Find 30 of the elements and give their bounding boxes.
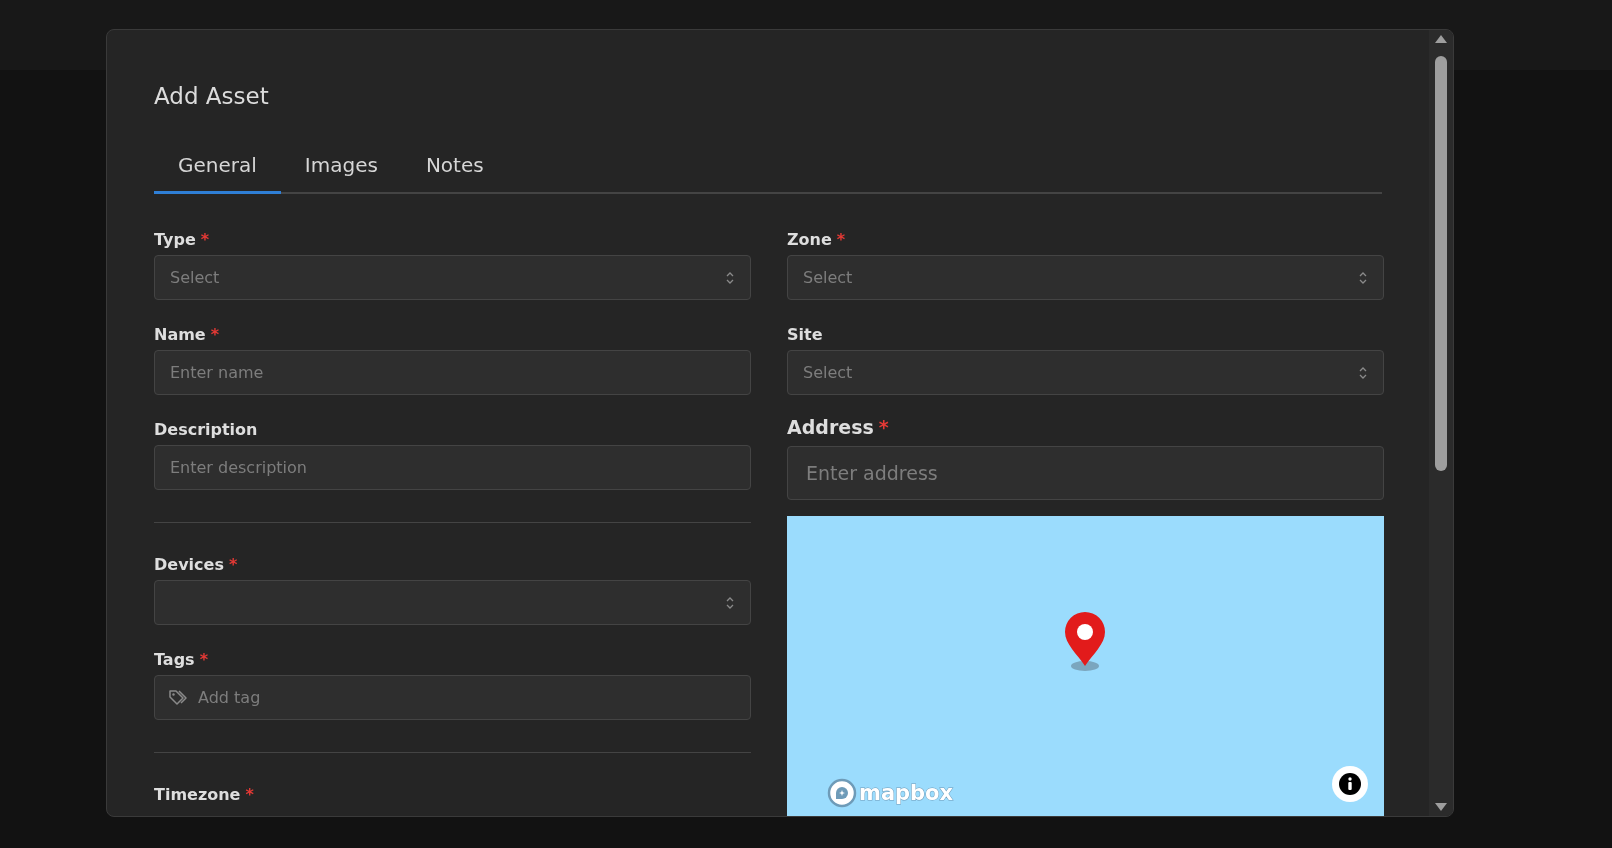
logo-icon: [827, 778, 857, 808]
tab[interactable]: General: [154, 153, 281, 194]
chevron-icon: [725, 595, 735, 610]
field-label: Timezone *: [154, 785, 254, 804]
field-label: Tags *: [154, 650, 208, 669]
field-label: Type *: [154, 230, 210, 249]
tab[interactable]: Notes: [401, 153, 508, 194]
field-label: Devices *: [154, 555, 238, 574]
input-field[interactable]: Enter name: [154, 350, 751, 395]
tag-icon: [168, 688, 188, 706]
info-icon: [1338, 772, 1362, 796]
tab[interactable]: Images: [280, 153, 402, 194]
tag-field[interactable]: Add tag: [154, 675, 751, 720]
scroll-down-icon[interactable]: [1434, 802, 1448, 812]
input-field[interactable]: Enter address: [787, 446, 1384, 500]
field-label: Name *: [154, 325, 220, 344]
field-label: Site: [787, 325, 823, 344]
scroll-up-icon[interactable]: [1434, 34, 1448, 44]
scrollbar[interactable]: [1429, 30, 1453, 816]
chevron-icon: [1358, 365, 1368, 380]
field-label: Description: [154, 420, 258, 439]
logo-wordmark: mapbox: [859, 782, 954, 804]
field-label: Zone *: [787, 230, 846, 249]
field-label: Address *: [787, 416, 889, 438]
chevron-icon: [1358, 270, 1368, 285]
chevron-icon: [725, 270, 735, 285]
scroll-thumb[interactable]: [1435, 56, 1447, 471]
select-field[interactable]: [154, 580, 751, 625]
input-field[interactable]: Enter description: [154, 445, 751, 490]
dialog-title: Add Asset: [154, 83, 270, 109]
